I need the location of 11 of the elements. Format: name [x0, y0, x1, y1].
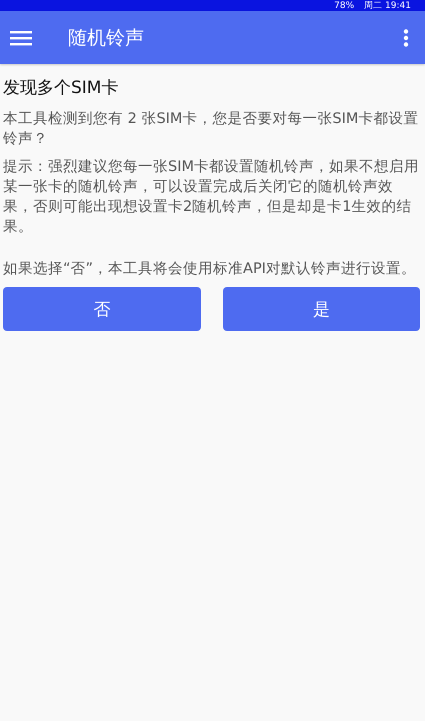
app-title: 随机铃声 — [68, 26, 145, 50]
more-options-icon[interactable] — [403, 28, 409, 46]
paragraph: 如果选择“否”，本工具将会使用标准API对默认铃声进行设置。 — [3, 260, 417, 279]
dialog-heading: 发现多个SIM卡 — [3, 77, 120, 99]
choice-button[interactable]: 是 — [222, 287, 420, 331]
menu-icon[interactable] — [10, 30, 32, 46]
choice-button[interactable]: 否 — [3, 287, 200, 331]
paragraph: 本工具检测到您有 2 张SIM卡，您是否要对每一张SIM卡都设置铃声？ — [3, 110, 420, 149]
paragraph: 提示：强烈建议您每一张SIM卡都设置随机铃声，如果不想启用某一张卡的随机铃声，可以设置完成后关闭它的随机铃声效果，否则可能出现想设置卡2随机铃声，但是却是卡1生效的结果。 — [3, 158, 420, 237]
clock: 周二 19:41 — [364, 0, 411, 10]
battery-level: 78% — [334, 0, 354, 10]
